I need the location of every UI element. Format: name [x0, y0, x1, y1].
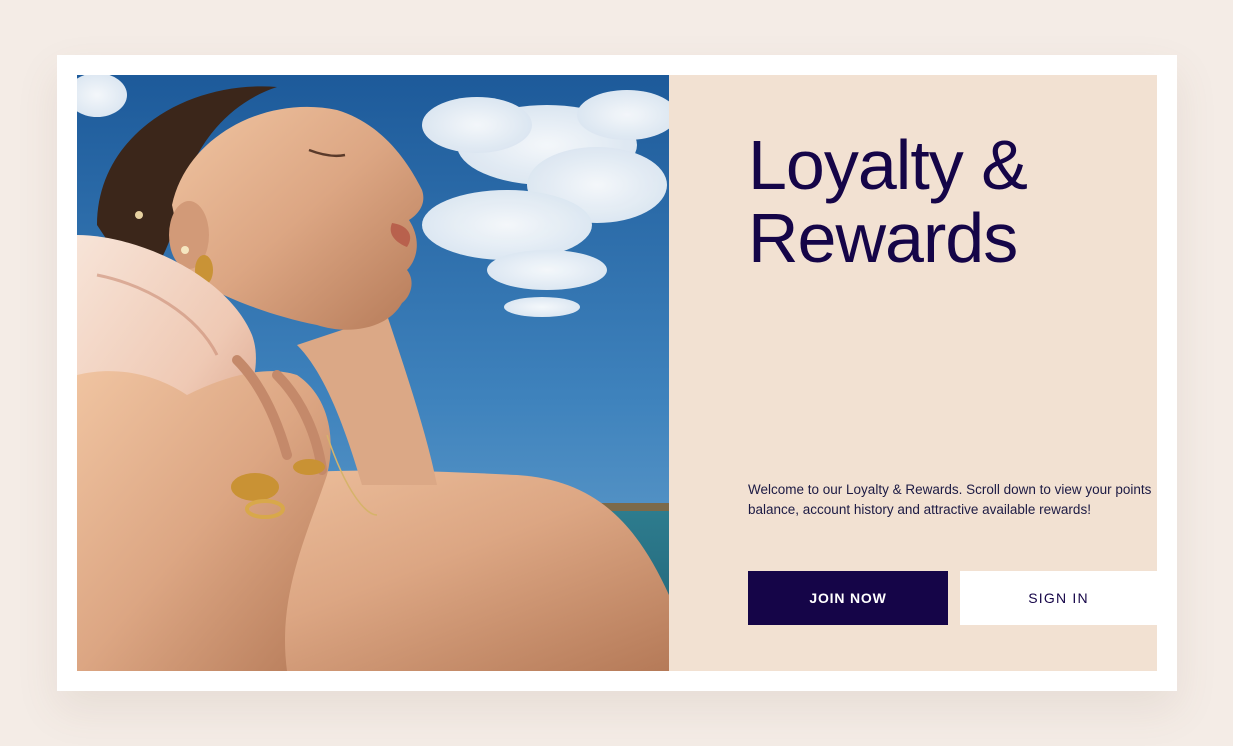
sign-in-button[interactable]: SIGN IN	[960, 571, 1157, 625]
join-now-button[interactable]: JOIN NOW	[748, 571, 948, 625]
loyalty-intro-panel: Loyalty & Rewards Welcome to our Loyalty…	[669, 75, 1157, 671]
seashell-photo-icon	[77, 75, 669, 671]
page-title-line-2: Rewards	[748, 199, 1018, 277]
page-title-line-1: Loyalty &	[748, 126, 1028, 204]
intro-text: Welcome to our Loyalty & Rewards. Scroll…	[748, 482, 1152, 517]
hero-photo	[77, 75, 669, 671]
page-title: Loyalty & Rewards	[748, 126, 1028, 277]
hero-card: Loyalty & Rewards Welcome to our Loyalty…	[57, 55, 1177, 691]
